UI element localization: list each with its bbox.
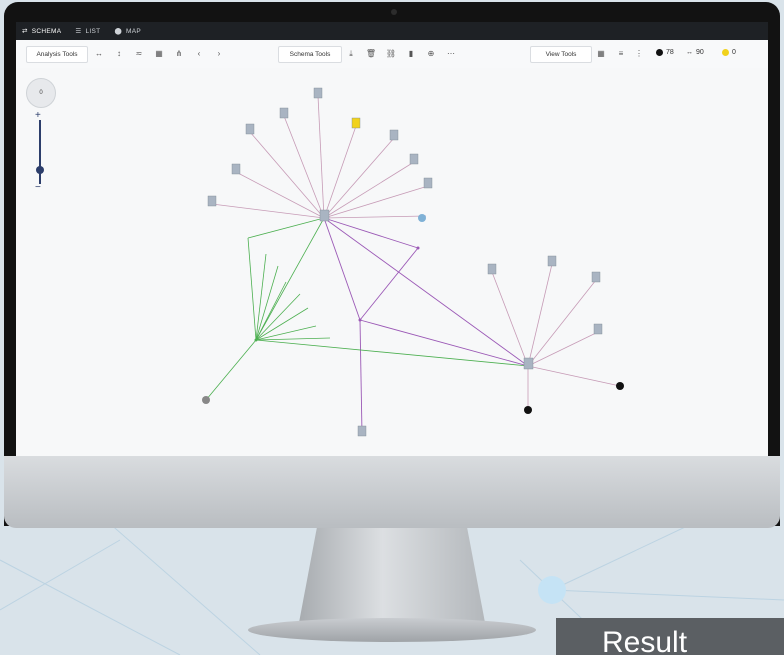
chevron-right-icon[interactable]: › <box>212 46 226 61</box>
hierarchy-icon[interactable]: ⋔ <box>172 46 186 61</box>
tab-map[interactable]: ⬤ MAP <box>114 27 141 36</box>
node-dot-icon <box>656 49 663 56</box>
grid-icon[interactable]: ▦ <box>594 46 608 61</box>
monitor-stand <box>298 528 486 628</box>
link-icon[interactable]: ⛓ <box>384 46 398 61</box>
view-tools-button[interactable]: View Tools <box>530 46 592 63</box>
add-icon[interactable]: ⊕ <box>424 46 438 61</box>
download-icon[interactable]: ⤓ <box>344 46 358 61</box>
highlight-dot-icon <box>722 49 729 56</box>
link-count: ↔ 90 <box>686 49 704 56</box>
analysis-tools-button[interactable]: Analysis Tools <box>26 46 88 63</box>
chevron-left-icon[interactable]: ‹ <box>192 46 206 61</box>
expand-vertical-icon[interactable]: ↕ <box>112 46 126 61</box>
link-arrows-icon: ↔ <box>686 49 693 56</box>
app-screen: ⇄ SCHEMA ☰ LIST ⬤ MAP Analysis Tools ↔ ↕… <box>16 22 768 456</box>
graph-canvas[interactable]: 0 + − <box>16 68 768 456</box>
expand-horizontal-icon[interactable]: ↔ <box>92 46 106 61</box>
more-icon[interactable]: ⋯ <box>444 46 458 61</box>
result-overlay: Result <box>556 618 784 655</box>
list-icon: ☰ <box>75 28 82 35</box>
tab-list[interactable]: ☰ LIST <box>75 27 100 36</box>
filter-icon[interactable]: ≡ <box>614 46 628 61</box>
schema-icon: ⇄ <box>22 28 28 35</box>
toolbar: Analysis Tools ↔ ↕ ≂ ▦ ⋔ ‹ › Schema Tool… <box>16 40 768 69</box>
map-pin-icon: ⬤ <box>114 28 123 35</box>
highlight-count: 0 <box>722 49 736 56</box>
tab-schema[interactable]: ⇄ SCHEMA <box>22 27 61 36</box>
monitor-base <box>248 618 536 642</box>
column-icon[interactable]: ⋮ <box>632 46 646 61</box>
node-count: 78 <box>656 49 674 56</box>
monitor-chin <box>4 456 780 528</box>
schema-tools-button[interactable]: Schema Tools <box>278 46 342 63</box>
relationship-graph <box>202 87 624 437</box>
table-icon[interactable]: ▦ <box>152 46 166 61</box>
webcam <box>391 9 397 15</box>
trash-icon[interactable]: 🗑 <box>364 46 378 61</box>
document-icon[interactable]: ▮ <box>404 46 418 61</box>
layout-icon[interactable]: ≂ <box>132 46 146 61</box>
top-nav: ⇄ SCHEMA ☰ LIST ⬤ MAP <box>16 22 768 40</box>
